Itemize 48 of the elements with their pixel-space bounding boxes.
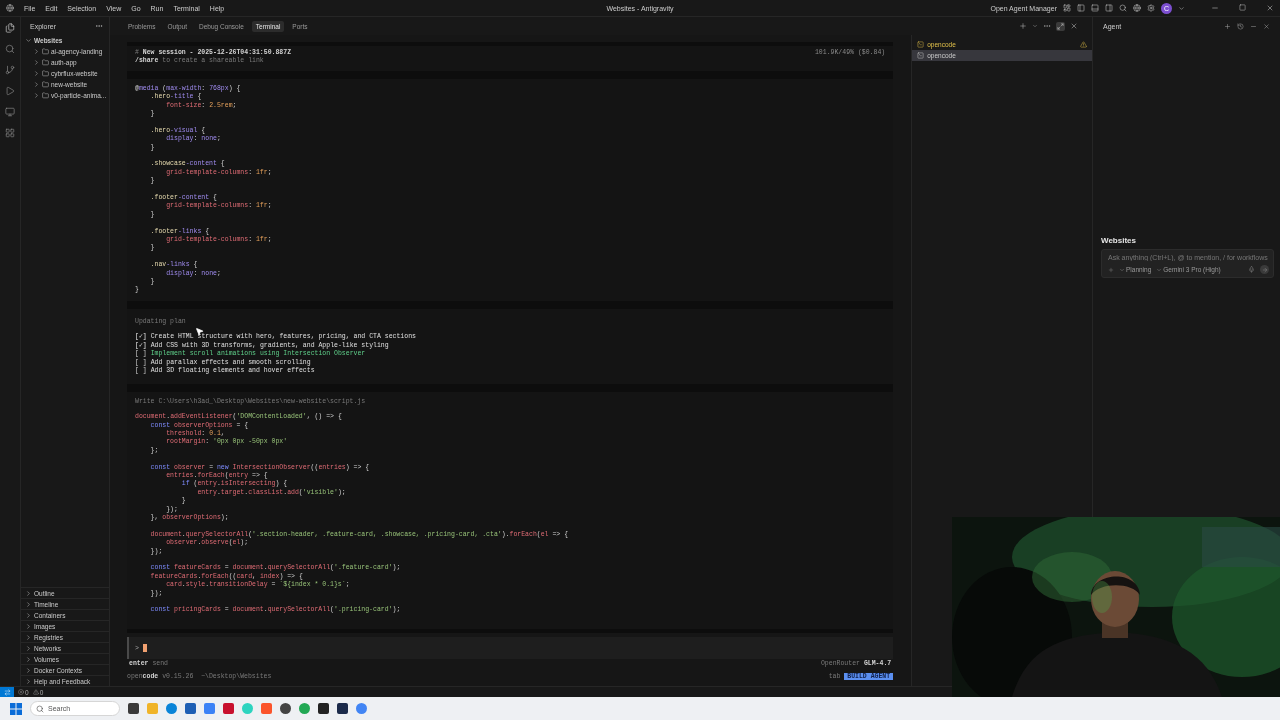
microphone-icon[interactable] [1248, 266, 1255, 273]
settings-icon[interactable] [1147, 4, 1155, 12]
taskbar-app-icon[interactable] [128, 703, 139, 714]
taskbar-app-icon[interactable] [318, 703, 329, 714]
panel-right-icon[interactable] [1105, 4, 1113, 12]
chevron-down-icon[interactable] [25, 37, 32, 44]
taskbar-app-icon[interactable] [337, 703, 348, 714]
plus-icon[interactable] [1108, 266, 1114, 273]
history-icon[interactable] [1237, 22, 1244, 30]
close-icon[interactable] [1263, 22, 1270, 30]
folder-icon [42, 59, 49, 66]
close-icon[interactable] [1070, 22, 1078, 30]
maximize-panel-button[interactable] [1056, 21, 1065, 31]
folder-icon [42, 81, 49, 88]
folder-icon [42, 70, 49, 77]
more-icon[interactable] [1043, 22, 1051, 30]
extensions-icon[interactable] [5, 128, 15, 138]
taskbar-app-icon[interactable] [280, 703, 291, 714]
files-icon[interactable] [5, 23, 15, 33]
layout-icon[interactable] [1063, 4, 1071, 12]
terminal-icon [917, 41, 925, 48]
close-icon[interactable] [1266, 4, 1274, 12]
panel-bottom-icon[interactable] [1091, 4, 1099, 12]
error-icon [18, 689, 24, 695]
windows-start-icon[interactable] [10, 702, 22, 715]
folder-icon [42, 48, 49, 55]
folder-icon [42, 92, 49, 99]
chevron-down-icon[interactable] [1119, 266, 1125, 273]
plus-icon[interactable] [1224, 22, 1231, 30]
chevron-down-icon[interactable] [1178, 4, 1185, 12]
send-button[interactable] [1260, 265, 1269, 274]
maximize-icon[interactable] [1239, 4, 1246, 11]
terminal-icon [917, 52, 925, 59]
globe-icon[interactable] [1133, 4, 1141, 12]
more-icon[interactable] [95, 22, 103, 30]
branch-icon[interactable] [5, 65, 15, 75]
run-icon[interactable] [5, 86, 15, 96]
search-icon[interactable] [5, 44, 15, 54]
chevron-down-icon[interactable] [1032, 23, 1038, 29]
minimize-icon[interactable] [1211, 4, 1219, 12]
workspace-title: Websites [1100, 236, 1137, 245]
panel-left-icon[interactable] [1077, 4, 1085, 12]
monitor-icon[interactable] [5, 107, 15, 117]
plus-icon[interactable] [1019, 22, 1027, 30]
search-icon[interactable] [36, 704, 44, 713]
warning-icon [1080, 41, 1087, 48]
chevron-down-icon[interactable] [1156, 266, 1163, 273]
warning-icon [32, 689, 39, 695]
